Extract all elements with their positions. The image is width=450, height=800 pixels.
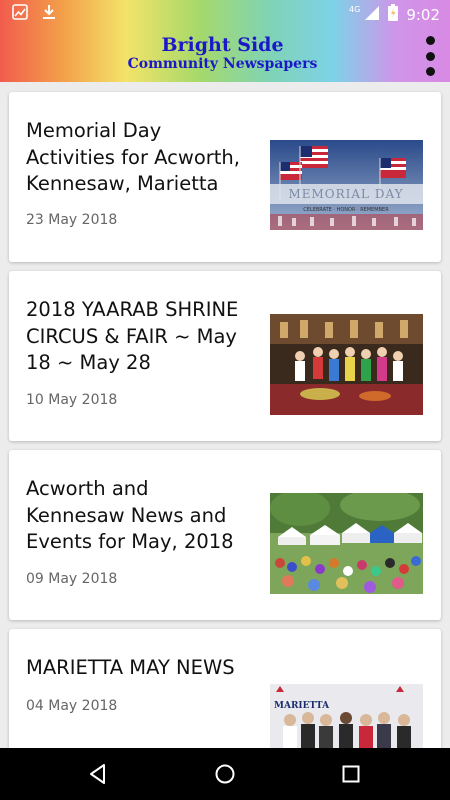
home-icon[interactable] (195, 748, 255, 800)
article-date: 23 May 2018 (26, 212, 118, 228)
app-subtitle: Community Newspapers (127, 56, 318, 72)
article-card[interactable]: MARIETTA MAY NEWS 04 May 2018 MARIETTA (9, 629, 441, 748)
article-date: 09 May 2018 (26, 571, 118, 587)
battery-icon (388, 4, 399, 25)
thumbnail-subcaption: CELEBRATE · HONOR · REMEMBER (303, 207, 389, 213)
article-title[interactable]: Memorial Day Activities for Acworth, Ken… (26, 118, 251, 198)
download-icon (42, 4, 56, 24)
status-time: 9:02 (406, 5, 440, 24)
article-thumbnail[interactable] (270, 493, 423, 594)
more-vert-icon[interactable] (422, 36, 438, 76)
thumbnail-caption: MARIETTA (274, 701, 330, 711)
recents-icon[interactable] (321, 748, 381, 800)
article-title[interactable]: MARIETTA MAY NEWS (26, 655, 251, 682)
article-thumbnail[interactable] (270, 314, 423, 415)
article-card[interactable]: 2018 YAARAB SHRINE CIRCUS & FAIR ~ May 1… (9, 271, 441, 441)
network-type: 4G (349, 5, 361, 14)
article-title[interactable]: Acworth and Kennesaw News and Events for… (26, 476, 251, 556)
article-date: 10 May 2018 (26, 392, 118, 408)
app-title: Bright Side (161, 34, 284, 56)
brand-logo: Bright Side Community Newspapers (0, 34, 445, 72)
article-thumbnail[interactable]: MEMORIAL DAY CELEBRATE · HONOR · REMEMBE… (270, 140, 423, 230)
signal-icon (364, 5, 380, 25)
article-list: Memorial Day Activities for Acworth, Ken… (0, 82, 450, 748)
article-thumbnail[interactable]: MARIETTA (270, 684, 423, 748)
status-bar: 4G 9:02 (0, 0, 450, 28)
article-title[interactable]: 2018 YAARAB SHRINE CIRCUS & FAIR ~ May 1… (26, 297, 251, 377)
thumbnail-caption: MEMORIAL DAY (288, 187, 403, 201)
article-date: 04 May 2018 (26, 698, 118, 714)
back-icon[interactable] (68, 748, 128, 800)
article-card[interactable]: Memorial Day Activities for Acworth, Ken… (9, 92, 441, 262)
app-header: 4G 9:02 Bright Side Community Newspapers (0, 0, 450, 82)
article-card[interactable]: Acworth and Kennesaw News and Events for… (9, 450, 441, 620)
app-notification-icon (12, 4, 28, 24)
system-nav-bar (0, 748, 450, 800)
